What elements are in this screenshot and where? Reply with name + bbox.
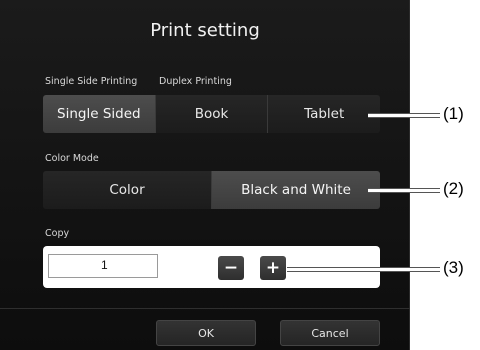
color-mode-selector: Color Black and White <box>43 171 380 209</box>
footer-divider <box>0 308 410 309</box>
callout-label-1: (1) <box>443 104 464 123</box>
ok-button[interactable]: OK <box>156 320 256 346</box>
decrement-button[interactable]: − <box>218 256 244 280</box>
callout-label-2: (2) <box>443 179 464 198</box>
copy-label: Copy <box>45 228 70 239</box>
callout-line-2 <box>368 188 440 193</box>
dialog-title: Print setting <box>150 20 260 41</box>
single-side-printing-label: Single Side Printing <box>45 76 138 87</box>
color-mode-label: Color Mode <box>45 153 99 164</box>
increment-button[interactable]: + <box>260 256 286 280</box>
single-sided-option[interactable]: Single Sided <box>43 95 156 133</box>
print-setting-dialog: Print setting Single Side Printing Duple… <box>0 0 410 350</box>
callout-label-3: (3) <box>443 258 464 277</box>
copy-count-field[interactable]: 1 <box>48 254 158 278</box>
color-option[interactable]: Color <box>43 171 212 209</box>
black-and-white-option[interactable]: Black and White <box>212 171 380 209</box>
tablet-option[interactable]: Tablet <box>268 95 380 133</box>
callout-line-1 <box>368 113 440 118</box>
print-mode-selector: Single Sided Book Tablet <box>43 95 380 133</box>
duplex-printing-label: Duplex Printing <box>159 76 232 87</box>
cancel-button[interactable]: Cancel <box>280 320 380 346</box>
callout-line-3 <box>287 267 440 272</box>
book-option[interactable]: Book <box>155 95 269 133</box>
